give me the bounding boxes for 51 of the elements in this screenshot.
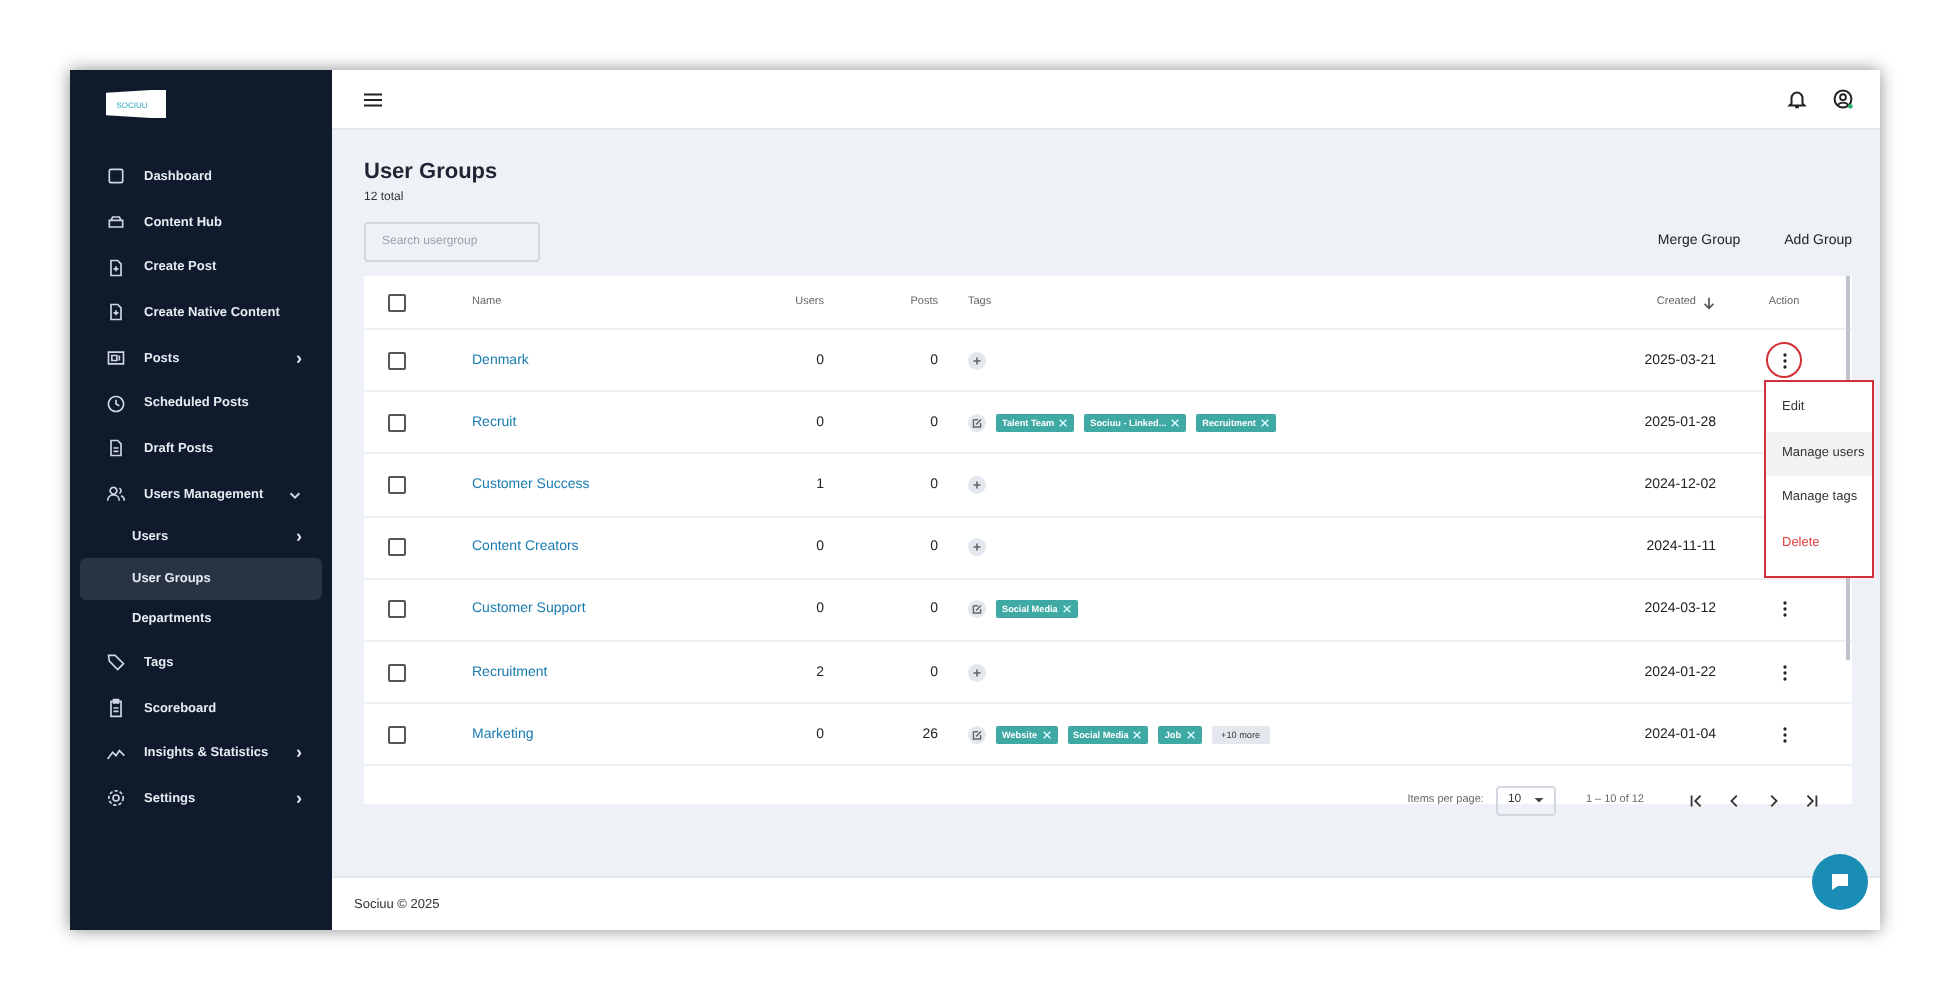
page-title: User Groups [364,160,500,184]
checkbox[interactable] [387,475,405,494]
caret-down-icon [1533,797,1544,804]
more-options-icon[interactable] [1781,663,1787,682]
more-options-icon[interactable] [1781,351,1787,370]
nav-icon [106,788,126,809]
remove-icon[interactable] [1041,729,1052,740]
edit-tag-icon[interactable] [968,600,986,619]
nav-icon [106,438,126,459]
add-tag-icon[interactable] [968,538,986,557]
nav-icon [106,257,126,278]
checkbox[interactable] [387,600,405,619]
nav-icon [106,302,126,323]
remove-icon[interactable] [1058,417,1069,428]
remove-icon[interactable] [1170,417,1181,428]
nav-icon [106,393,126,414]
nav-icon [106,212,126,233]
checkbox[interactable] [387,351,405,370]
remove-icon[interactable] [1061,604,1072,615]
first-page-icon[interactable] [1688,791,1706,810]
edit-tag-icon[interactable] [968,725,986,744]
nav-icon [106,166,126,187]
chat-button[interactable] [1812,854,1868,910]
chevron-right-icon: › [296,349,302,368]
chevron-right-icon: › [296,528,302,547]
checkbox[interactable] [387,538,405,557]
add-tag-icon[interactable] [968,475,986,494]
more-options-icon[interactable] [1781,600,1787,619]
remove-icon[interactable] [1185,729,1196,740]
more-options-icon[interactable] [1781,725,1787,744]
nav-icon [106,484,126,505]
chevron-right-icon: › [296,789,302,808]
menu-icon[interactable] [364,91,382,107]
checkbox[interactable] [387,725,405,744]
nav-icon [106,348,126,369]
last-page-icon[interactable] [1802,791,1820,810]
sort-down-icon[interactable] [1702,295,1716,309]
edit-tag-icon[interactable] [968,413,986,432]
add-tag-icon[interactable] [968,663,986,682]
nav-icon [106,652,126,673]
nav-icon [106,698,126,719]
checkbox[interactable] [387,293,405,311]
user-icon[interactable] [1832,88,1854,110]
remove-icon[interactable] [1259,417,1270,428]
remove-icon[interactable] [1132,729,1143,740]
add-tag-icon[interactable] [968,351,986,370]
chat-icon [1828,870,1852,894]
checkbox[interactable] [387,413,405,432]
bell-icon[interactable] [1786,88,1808,110]
checkbox[interactable] [387,663,405,682]
chevron-right-icon: › [296,744,302,763]
